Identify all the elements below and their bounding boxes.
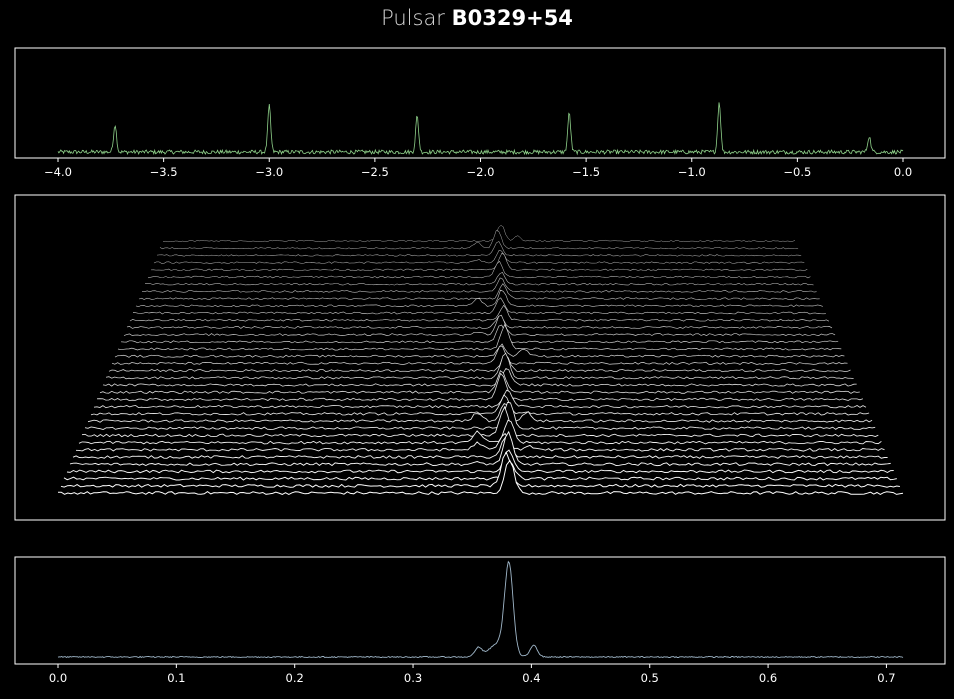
profile-tick-label: 0.0 <box>49 671 67 685</box>
timeseries-panel: −4.0 −3.5 −3.0 −2.5 −2.0 −1.5 −1.0 −0.5 0.0 <box>14 47 946 179</box>
timeseries-line <box>57 102 904 156</box>
timeseries-tick-label: −1.0 <box>678 165 706 179</box>
timeseries-tick-label: −2.0 <box>467 165 495 179</box>
profile-tick-label: 0.4 <box>522 671 540 685</box>
profile-tick-label: 0.5 <box>641 671 659 685</box>
timeseries-tick-label: −0.5 <box>783 165 811 179</box>
profile-x-ticks: 0.0 0.1 0.2 0.3 0.4 0.5 0.6 0.7 <box>49 664 896 685</box>
timeseries-tick-label: −3.5 <box>150 165 178 179</box>
timeseries-tick-label: −1.5 <box>572 165 600 179</box>
profile-tick-label: 0.7 <box>877 671 895 685</box>
timeseries-x-ticks: −4.0 −3.5 −3.0 −2.5 −2.0 −1.5 −1.0 −0.5 0.0 <box>44 158 912 179</box>
profile-line <box>57 560 904 659</box>
timeseries-tick-label: 0.0 <box>894 165 912 179</box>
timeseries-frame <box>14 47 946 159</box>
stacked-panel <box>14 194 946 521</box>
profile-tick-label: 0.2 <box>286 671 304 685</box>
timeseries-tick-label: −3.0 <box>255 165 283 179</box>
profile-panel: 0.0 0.1 0.2 0.3 0.4 0.5 0.6 0.7 <box>14 556 946 685</box>
timeseries-tick-label: −4.0 <box>44 165 72 179</box>
figure: −4.0 −3.5 −3.0 −2.5 −2.0 −1.5 −1.0 −0.5 0.0 0.0 0… <box>14 47 946 685</box>
timeseries-tick-label: −2.5 <box>361 165 389 179</box>
profile-tick-label: 0.6 <box>759 671 777 685</box>
profile-tick-label: 0.1 <box>167 671 185 685</box>
profile-tick-label: 0.3 <box>404 671 422 685</box>
